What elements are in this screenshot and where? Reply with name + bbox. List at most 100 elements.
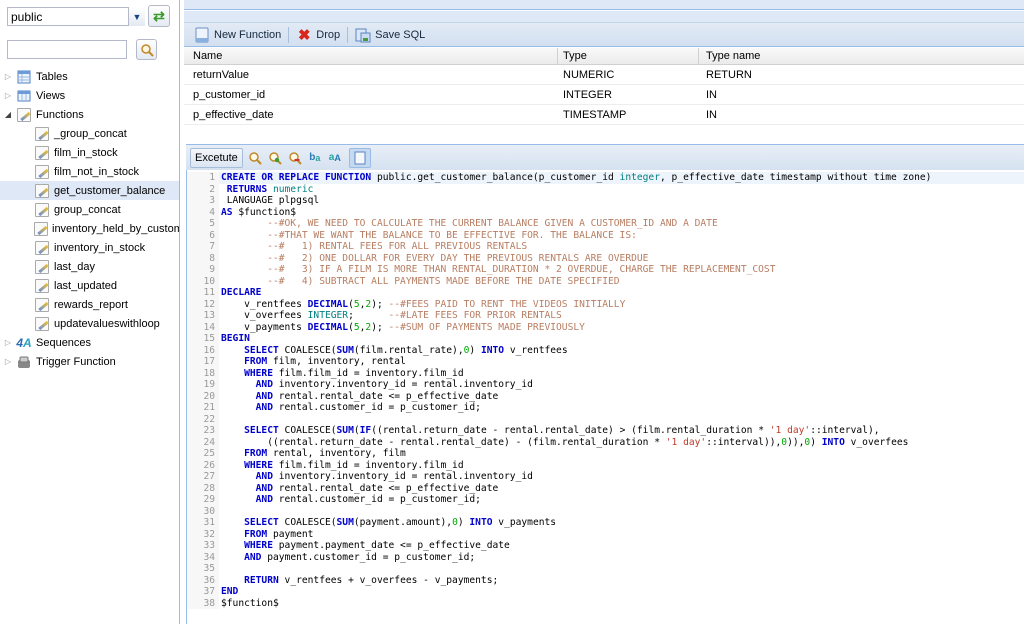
- tree-item-function[interactable]: get_customer_balance: [0, 181, 179, 200]
- code-line: 30: [187, 505, 1024, 517]
- tree-node-views[interactable]: ▷ Views: [0, 86, 179, 105]
- function-name: film_not_in_stock: [54, 165, 139, 178]
- param-type: TIMESTAMP: [563, 108, 627, 121]
- param-name: p_customer_id: [193, 88, 266, 101]
- find-replace-icon[interactable]: aA: [327, 150, 343, 166]
- wrap-toggle-icon[interactable]: [348, 147, 371, 168]
- tree-item-function[interactable]: inventory_in_stock: [0, 238, 179, 257]
- tree-node-sequences[interactable]: ▷ 4A Sequences: [0, 333, 179, 352]
- table-row[interactable]: p_effective_date TIMESTAMP IN: [184, 105, 1024, 125]
- trigger-icon: [16, 354, 32, 370]
- code-token: SELECT: [221, 425, 285, 436]
- line-number: 28: [187, 482, 219, 494]
- drop-button[interactable]: ✖ Drop: [292, 25, 344, 45]
- schema-select[interactable]: public: [7, 7, 145, 26]
- tree-node-tables[interactable]: ▷ Tables: [0, 67, 179, 86]
- line-number: 11: [187, 287, 219, 299]
- column-header-name[interactable]: Name: [184, 48, 558, 64]
- function-icon: [34, 126, 50, 142]
- code-token: v_payments: [221, 321, 308, 333]
- sidebar: public ▼ ⇄ ▷ Tables ▷ Views ◢ Functions _group…: [0, 0, 180, 624]
- code-line: 12 v_rentfees DECIMAL(5,2); --#FEES PAID…: [187, 298, 1024, 310]
- sql-editor[interactable]: 1 CREATE OR REPLACE FUNCTION public.get_c…: [186, 170, 1024, 624]
- tree-item-function[interactable]: film_in_stock: [0, 143, 179, 162]
- grid-header: Name Type Type name: [184, 48, 1024, 65]
- toolbar-separator: [347, 26, 349, 43]
- code-line: 3 LANGUAGE plpgsql: [187, 195, 1024, 207]
- table-row[interactable]: p_customer_id INTEGER IN: [184, 85, 1024, 105]
- table-row[interactable]: returnValue NUMERIC RETURN: [184, 65, 1024, 85]
- function-name: rewards_report: [54, 298, 128, 311]
- chevron-down-icon[interactable]: ▼: [128, 7, 145, 26]
- execute-button[interactable]: Excetute: [190, 147, 243, 168]
- refresh-icon: ⇄: [153, 7, 165, 24]
- code-line: 21 AND rental.customer_id = p_customer_i…: [187, 402, 1024, 414]
- expand-arrow-icon[interactable]: ▷: [3, 72, 13, 81]
- code-text: AND inventory.inventory_id = rental.inve…: [219, 471, 533, 483]
- line-number: 20: [187, 390, 219, 402]
- code-token: WHERE: [221, 540, 279, 551]
- line-number: 9: [187, 264, 219, 276]
- code-token: --#SUM OF PAYMENTS MADE PREVIOUSLY: [388, 321, 585, 333]
- code-text: $function$: [219, 598, 279, 610]
- expand-arrow-icon[interactable]: ▷: [3, 91, 13, 100]
- code-token: BEGIN: [221, 333, 250, 344]
- code-token: FROM: [221, 448, 273, 459]
- function-name: inventory_in_stock: [54, 241, 146, 254]
- tree-item-function[interactable]: inventory_held_by_custome: [0, 219, 179, 238]
- tree-node-trigger-function[interactable]: ▷ Trigger Function: [0, 352, 179, 371]
- zoom-out-icon[interactable]: [287, 150, 303, 166]
- replace-icon[interactable]: ba: [307, 150, 323, 166]
- code-token: SUM: [336, 344, 354, 356]
- tree-node-functions[interactable]: ◢ Functions: [0, 105, 179, 124]
- save-sql-button[interactable]: Save SQL: [351, 25, 429, 45]
- refresh-button[interactable]: ⇄: [148, 5, 170, 27]
- tree-item-function[interactable]: last_updated: [0, 276, 179, 295]
- expand-arrow-icon[interactable]: ▷: [3, 338, 13, 347]
- tree-item-function[interactable]: updatevalueswithloop: [0, 314, 179, 333]
- code-token: AND: [221, 551, 268, 563]
- search-button[interactable]: [136, 39, 157, 60]
- code-token: SUM: [336, 425, 354, 436]
- code-text: SELECT COALESCE(SUM(film.rental_rate),0)…: [219, 345, 568, 357]
- tree-item-function[interactable]: group_concat: [0, 200, 179, 219]
- code-text: DECLARE: [219, 287, 261, 299]
- parameters-grid: Name Type Type name returnValue NUMERIC …: [184, 48, 1024, 125]
- search-icon[interactable]: [247, 150, 263, 166]
- function-name: last_updated: [54, 279, 117, 292]
- code-token: inventory.inventory_id = rental.inventor…: [278, 471, 533, 482]
- code-token: integer: [619, 172, 660, 183]
- function-name: inventory_held_by_custome: [52, 222, 179, 235]
- code-token: ;: [348, 310, 389, 321]
- new-function-button[interactable]: New Function: [190, 25, 285, 45]
- param-type-name: RETURN: [706, 68, 752, 81]
- expand-arrow-icon[interactable]: ▷: [3, 357, 13, 366]
- code-token: film.film_id = inventory.film_id: [278, 459, 464, 471]
- code-text: --#OK, WE NEED TO CALCULATE THE CURRENT …: [219, 218, 718, 230]
- tree-item-function[interactable]: rewards_report: [0, 295, 179, 314]
- code-token: )): [787, 436, 799, 448]
- param-type-name: IN: [706, 108, 717, 121]
- code-token: FROM: [221, 356, 273, 367]
- code-token: --#OK, WE NEED TO CALCULATE THE CURRENT …: [221, 218, 718, 229]
- code-token: IF: [359, 425, 372, 436]
- search-input[interactable]: [7, 40, 127, 59]
- tree-item-function[interactable]: _group_concat: [0, 124, 179, 143]
- tree-item-function[interactable]: film_not_in_stock: [0, 162, 179, 181]
- code-token: COALESCE(: [284, 425, 337, 436]
- function-icon: [34, 240, 50, 256]
- code-token: ): [457, 517, 470, 528]
- column-header-type-name[interactable]: Type name: [699, 48, 1024, 64]
- code-token: $function$: [221, 597, 279, 609]
- zoom-in-icon[interactable]: [267, 150, 283, 166]
- tree-item-function[interactable]: last_day: [0, 257, 179, 276]
- code-token: v_overfees: [844, 436, 909, 448]
- line-number: 26: [187, 459, 219, 471]
- line-number: 36: [187, 574, 219, 586]
- code-token: ((rental.return_date - rental.rental_dat…: [221, 436, 666, 448]
- schema-selector-row: public ▼ ⇄: [7, 5, 170, 27]
- param-name: p_effective_date: [193, 108, 274, 121]
- column-header-type[interactable]: Type: [558, 48, 699, 64]
- collapse-arrow-icon[interactable]: ◢: [3, 110, 13, 119]
